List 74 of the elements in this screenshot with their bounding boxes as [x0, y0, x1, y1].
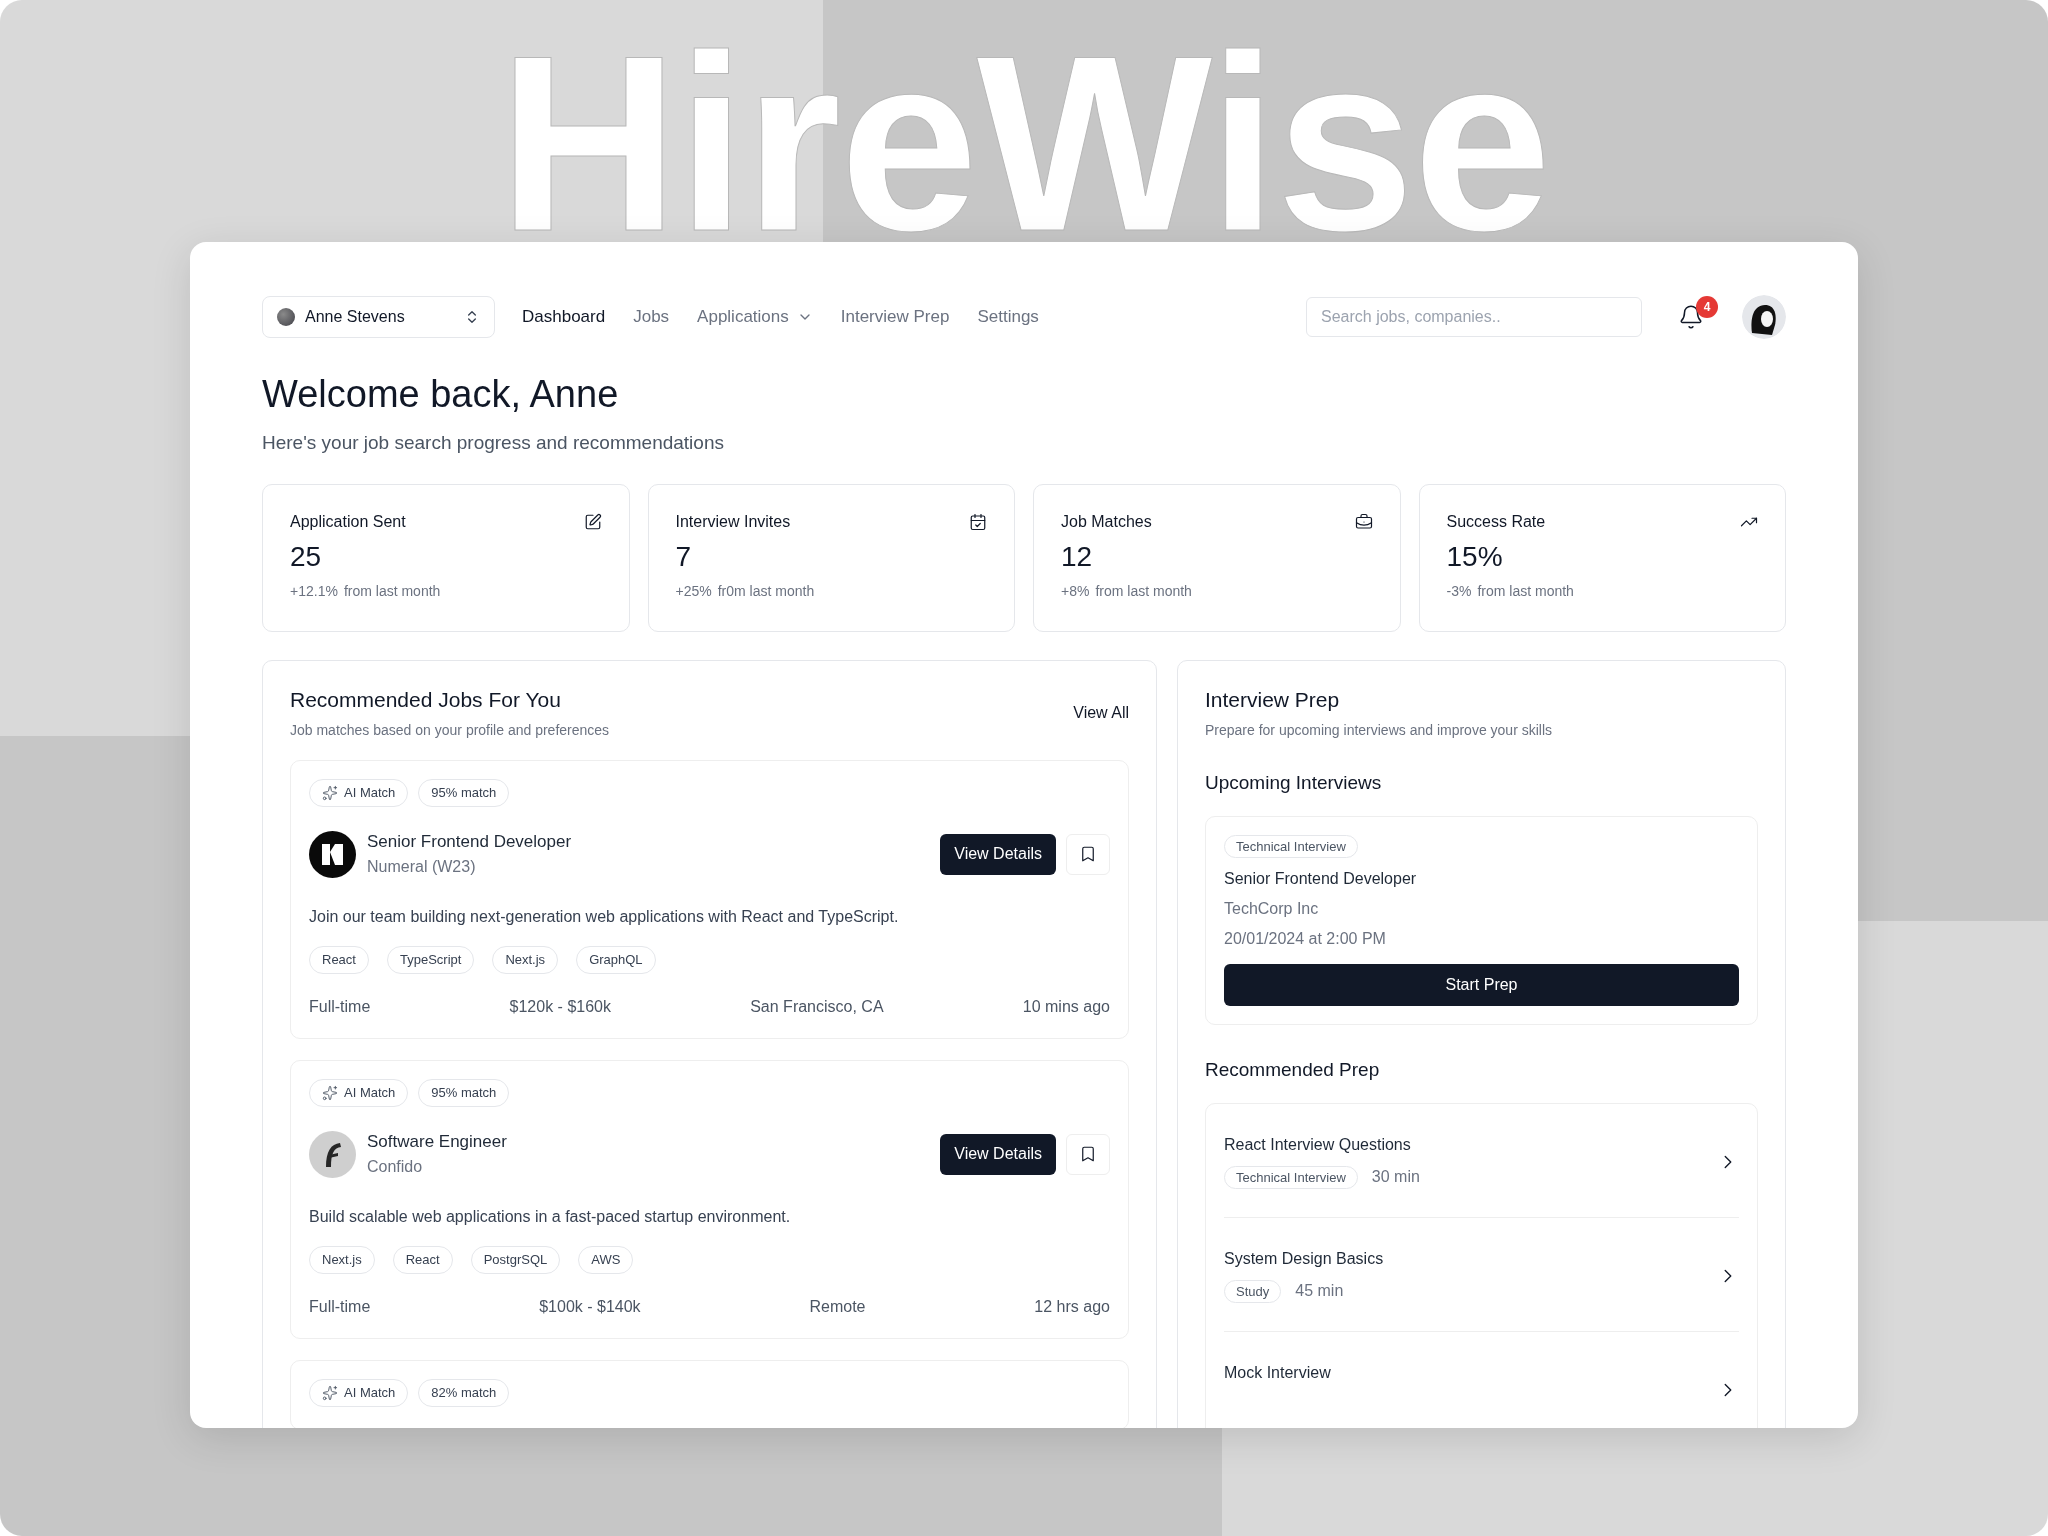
stat-title: Interview Invites — [675, 512, 791, 531]
nav-link[interactable]: Dashboard — [522, 307, 606, 327]
avatar-icon[interactable] — [1742, 295, 1786, 339]
bookmark-button[interactable] — [1066, 833, 1110, 875]
page-subtitle: Here's your job search progress and recommendations — [262, 431, 725, 454]
nav-link[interactable]: Applications — [697, 307, 813, 327]
stat-change: +12.1% — [290, 582, 338, 599]
job-description: Join our team building next-generation web applications with React and TypeScript. — [309, 907, 900, 926]
panel-subtitle: Prepare for upcoming interviews and improve your skills — [1205, 721, 1554, 738]
stat-value: 7 — [675, 540, 693, 573]
interview-title: Senior Frontend Developer — [1224, 869, 1418, 888]
prep-title[interactable]: React Interview Questions — [1224, 1135, 1717, 1154]
avatar-icon — [277, 308, 295, 326]
section-title: Upcoming Interviews — [1205, 771, 1383, 794]
prep-title[interactable]: Mock Interview — [1224, 1363, 1717, 1382]
view-details-button[interactable]: View Details — [940, 1133, 1056, 1175]
start-prep-button[interactable]: Start Prep — [1224, 963, 1739, 1006]
posted-time: 10 mins ago — [1022, 997, 1110, 1016]
brand-title: HireWise — [498, 46, 1550, 241]
panel-title: Interview Prep — [1205, 687, 1341, 712]
nav-link[interactable]: Interview Prep — [840, 307, 950, 327]
prep-duration: 30 min — [1371, 1168, 1420, 1187]
job-title: Senior Frontend Developer — [367, 832, 572, 853]
nav-link[interactable]: Settings — [977, 307, 1039, 327]
panel-title: Recommended Jobs For You — [290, 687, 562, 712]
account-selector[interactable]: Anne Stevens — [262, 296, 495, 338]
stat-change: +25% — [675, 582, 712, 599]
search-field[interactable]: Search jobs, companies.. — [1306, 297, 1642, 337]
job-description: Build scalable web applications in a fast-paced startup environment. — [309, 1207, 792, 1226]
interview-date: 20/01/2024 at 2:00 PM — [1224, 929, 1387, 948]
stat-title: Application Sent — [290, 512, 406, 531]
stat-title: Success Rate — [1446, 512, 1546, 531]
view-details-button[interactable]: View Details — [940, 833, 1056, 875]
bookmark-icon — [1079, 845, 1097, 864]
job-title: Software Engineer — [367, 1132, 507, 1153]
job-location: Remote — [809, 1297, 866, 1316]
sparkle-icon — [322, 1084, 338, 1101]
sparkle-icon — [322, 784, 338, 801]
stat-value: 15% — [1446, 540, 1504, 573]
stat-change: +8% — [1061, 582, 1090, 599]
company-name: Numeral (W23) — [367, 858, 477, 877]
sparkle-icon — [322, 1384, 338, 1401]
stat-note: from last month — [343, 582, 441, 599]
job-type: Full-time — [309, 997, 371, 1016]
stat-value: 12 — [1061, 540, 1094, 573]
notification-badge: 4 — [1696, 296, 1718, 318]
stat-change: -3% — [1446, 582, 1472, 599]
job-type: Full-time — [309, 1297, 371, 1316]
posted-time: 12 hrs ago — [1034, 1297, 1110, 1316]
stat-title: Job Matches — [1061, 512, 1152, 531]
prep-title[interactable]: System Design Basics — [1224, 1249, 1717, 1268]
company-logo — [309, 830, 356, 878]
view-all-button[interactable]: View All — [1073, 697, 1129, 728]
page-title: Welcome back, Anne — [262, 372, 620, 417]
briefcase-icon — [1354, 512, 1373, 531]
company-logo — [309, 1130, 356, 1178]
section-title: Recommended Prep — [1205, 1058, 1381, 1081]
job-salary: $100k - $140k — [539, 1297, 641, 1316]
nav-link[interactable]: Jobs — [633, 307, 670, 327]
bookmark-icon — [1079, 1145, 1097, 1164]
stat-note: fr0m last month — [717, 582, 815, 599]
company-name: Confido — [367, 1158, 424, 1177]
edit-icon — [583, 512, 602, 531]
panel-subtitle: Job matches based on your profile and preferences — [290, 721, 610, 738]
job-location: San Francisco, CA — [750, 997, 884, 1016]
job-salary: $120k - $160k — [509, 997, 611, 1016]
stat-note: from last month — [1095, 582, 1192, 599]
bell-icon[interactable] — [1678, 304, 1704, 330]
stat-value: 25 — [290, 540, 323, 573]
calendar-icon — [969, 512, 987, 531]
prep-duration: 45 min — [1295, 1282, 1344, 1301]
bookmark-button[interactable] — [1066, 1133, 1110, 1175]
stat-note: from last month — [1477, 582, 1574, 599]
interview-company: TechCorp Inc — [1224, 899, 1320, 918]
